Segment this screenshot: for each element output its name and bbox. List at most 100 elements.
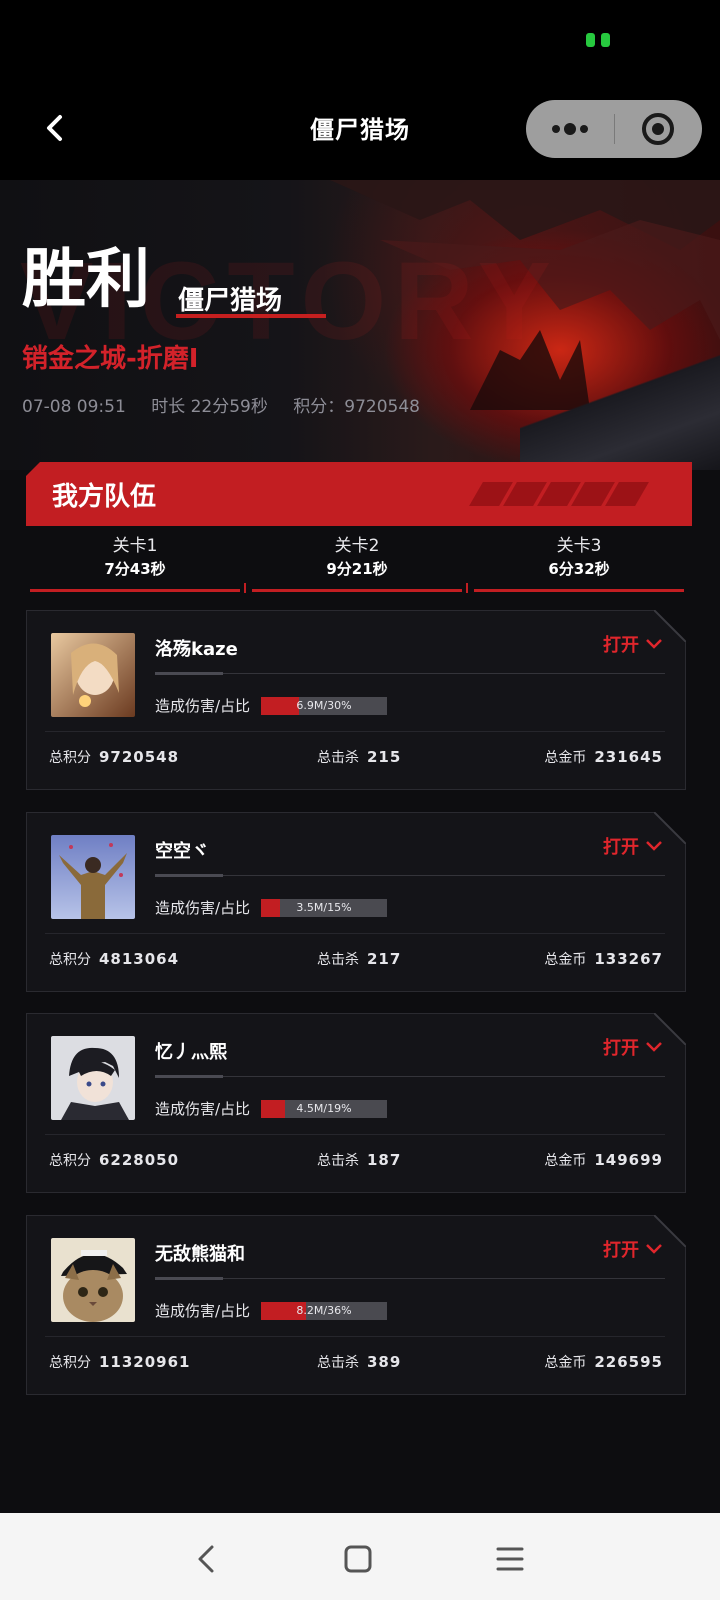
total-gold-value: 133267: [594, 950, 663, 968]
name-divider: [155, 874, 665, 877]
total-kills: 总击杀 217: [317, 949, 401, 969]
level-time: 7分43秒: [104, 560, 166, 578]
total-kills: 总击杀 389: [317, 1352, 401, 1372]
level-name: 关卡2: [334, 536, 380, 556]
total-gold-label: 总金币: [544, 750, 587, 766]
capsule-divider: [614, 114, 615, 144]
avatar: [51, 835, 135, 919]
player-name: 无敌熊猫和: [155, 1244, 245, 1265]
total-score-value: 4813064: [99, 950, 180, 968]
total-kills: 总击杀 187: [317, 1150, 401, 1170]
total-kills-value: 389: [367, 1353, 402, 1371]
total-score: 总积分 9720548: [49, 747, 179, 767]
damage-label: 造成伤害/占比: [155, 1302, 251, 1320]
match-datetime: 07-08 09:51: [22, 397, 126, 417]
team-header: 我方队伍: [26, 462, 692, 526]
chevron-down-icon: [646, 639, 662, 649]
target-icon: [642, 113, 674, 145]
total-score-value: 6228050: [99, 1151, 180, 1169]
more-button[interactable]: [550, 119, 594, 139]
total-score-label: 总积分: [49, 750, 91, 766]
navigation-bar: 僵尸猎场: [0, 80, 720, 180]
total-score: 总积分 11320961: [49, 1352, 191, 1372]
total-kills-value: 217: [367, 950, 402, 968]
damage-label: 造成伤害/占比: [155, 697, 251, 715]
damage-label: 造成伤害/占比: [155, 1100, 251, 1118]
expand-label: 打开: [603, 837, 639, 858]
player-card: 空空ヾ 打开 造成伤害/占比 3.5M/15% 总积分 4813064 总击杀 21…: [26, 812, 686, 992]
damage-value: 8.2M/36%: [296, 1304, 352, 1317]
total-kills-label: 总击杀: [317, 1355, 359, 1371]
expand-label: 打开: [603, 635, 639, 656]
menu-nav-icon[interactable]: [492, 1541, 528, 1577]
stripe-decoration: [469, 482, 656, 506]
level-divider: [244, 583, 246, 593]
rock-decoration: [520, 350, 720, 470]
level-item: 关卡3 6分32秒: [474, 534, 684, 592]
total-gold: 总金币 226595: [544, 1352, 663, 1372]
total-gold-value: 149699: [594, 1151, 663, 1169]
expand-button[interactable]: 打开: [603, 1034, 663, 1060]
status-indicator-icon: [586, 33, 614, 47]
total-kills-value: 187: [367, 1151, 402, 1169]
result-banner: VICTORY 胜利 僵尸猎场 销金之城-折磨I 07-08 09:51 时长 …: [0, 180, 720, 470]
stats-divider: [45, 933, 665, 934]
damage-bar: 3.5M/15%: [261, 899, 387, 917]
stats-divider: [45, 731, 665, 732]
player-name: 忆丿灬熙: [155, 1042, 227, 1063]
total-gold-label: 总金币: [544, 952, 587, 968]
expand-button[interactable]: 打开: [603, 1236, 663, 1262]
damage-value: 6.9M/30%: [296, 699, 352, 712]
chevron-down-icon: [646, 1042, 662, 1052]
chevron-down-icon: [646, 841, 662, 851]
match-duration: 时长 22分59秒: [151, 397, 268, 417]
total-kills-value: 215: [367, 748, 402, 766]
total-kills-label: 总击杀: [317, 1153, 359, 1169]
total-kills-label: 总击杀: [317, 952, 359, 968]
level-time: 6分32秒: [548, 560, 610, 578]
home-nav-icon[interactable]: [340, 1541, 376, 1577]
damage-bar: 8.2M/36%: [261, 1302, 387, 1320]
total-gold: 总金币 231645: [544, 747, 663, 767]
player-name: 空空ヾ: [155, 841, 209, 862]
player-name: 洛殇kaze: [155, 639, 238, 660]
stats-divider: [45, 1134, 665, 1135]
more-dots-icon: [552, 123, 588, 135]
total-gold-value: 231645: [594, 748, 663, 766]
chevron-down-icon: [646, 1244, 662, 1254]
damage-bar: 6.9M/30%: [261, 697, 387, 715]
total-score: 总积分 6228050: [49, 1150, 179, 1170]
total-gold-value: 226595: [594, 1353, 663, 1371]
player-card: 忆丿灬熙 打开 造成伤害/占比 4.5M/19% 总积分 6228050 总击杀 1…: [26, 1013, 686, 1193]
stats-divider: [45, 1336, 665, 1337]
level-divider: [466, 583, 468, 593]
status-bar: [0, 0, 720, 80]
total-gold: 总金币 133267: [544, 949, 663, 969]
total-score-label: 总积分: [49, 952, 91, 968]
level-time: 9分21秒: [326, 560, 388, 578]
level-bar: [474, 589, 684, 592]
expand-button[interactable]: 打开: [603, 833, 663, 859]
match-score: 积分：9720548: [293, 397, 420, 417]
player-card: 洛殇kaze 打开 造成伤害/占比 6.9M/30% 总积分 9720548 总击…: [26, 610, 686, 790]
avatar: [51, 633, 135, 717]
mini-program-capsule: [526, 100, 702, 158]
level-name: 关卡3: [556, 536, 602, 556]
total-gold-label: 总金币: [544, 1153, 587, 1169]
damage-value: 3.5M/15%: [296, 901, 352, 914]
expand-label: 打开: [603, 1038, 639, 1059]
map-name: 销金之城-折磨I: [22, 344, 199, 374]
back-nav-icon[interactable]: [188, 1541, 224, 1577]
expand-button[interactable]: 打开: [603, 631, 663, 657]
damage-label: 造成伤害/占比: [155, 899, 251, 917]
close-miniprogram-button[interactable]: [641, 112, 675, 146]
system-nav-bar: [0, 1513, 720, 1600]
level-times: 关卡1 7分43秒 关卡2 9分21秒 关卡3 6分32秒: [30, 534, 690, 594]
level-name: 关卡1: [112, 536, 158, 556]
total-gold-label: 总金币: [544, 1355, 587, 1371]
damage-value: 4.5M/19%: [296, 1102, 352, 1115]
mode-label: 僵尸猎场: [178, 286, 283, 316]
total-kills-label: 总击杀: [317, 750, 359, 766]
total-gold: 总金币 149699: [544, 1150, 663, 1170]
result-title: 胜利: [22, 243, 150, 317]
